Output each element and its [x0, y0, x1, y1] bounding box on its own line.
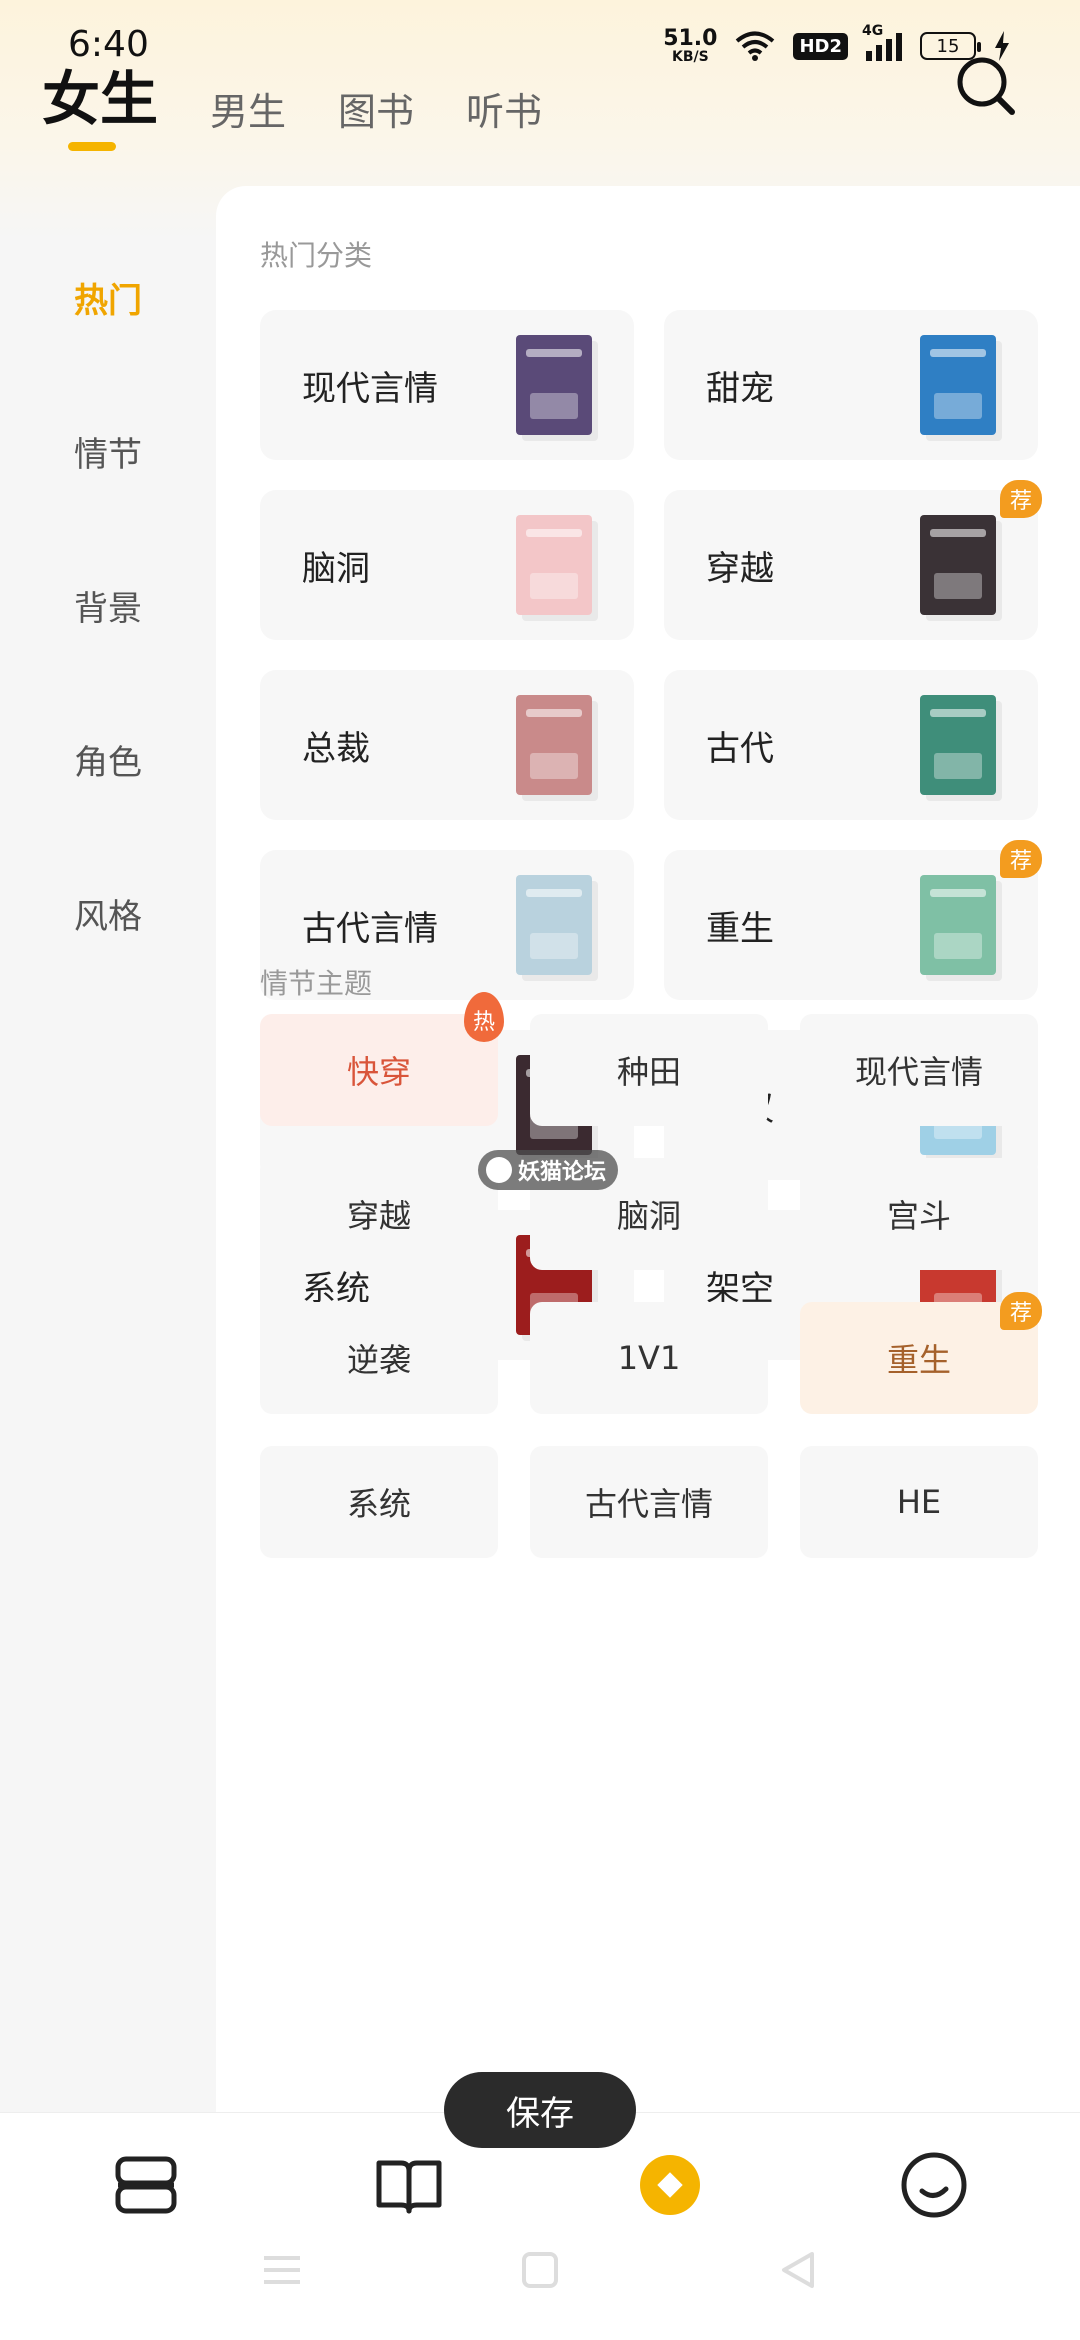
book-cover-image [920, 515, 996, 615]
search-icon[interactable] [950, 50, 1022, 122]
plot-theme-button[interactable]: 现代言情 [800, 1014, 1038, 1126]
plot-theme-button[interactable]: 古代言情 [530, 1446, 768, 1558]
category-card[interactable]: 甜宠 [664, 310, 1038, 460]
net-speed-value: 51.0 [663, 26, 718, 51]
plot-theme-label: 脑洞 [616, 1197, 681, 1235]
category-card[interactable]: 重生 荐 [664, 840, 1042, 1000]
category-card[interactable]: 脑洞 [260, 490, 634, 640]
category-label: 古代言情 [302, 908, 438, 949]
cat-paw-icon [486, 1157, 512, 1183]
category-label: 脑洞 [302, 548, 370, 589]
rail-item-hot[interactable]: 热门 [0, 220, 216, 374]
system-home-icon[interactable] [520, 2250, 560, 2290]
hd-badge: HD2 [793, 32, 848, 60]
category-card[interactable]: 现代言情 [260, 310, 634, 460]
book-cover-image [516, 515, 592, 615]
recommend-badge: 荐 [999, 480, 1042, 518]
top-tabs: 女生 男生 图书 听书 [42, 52, 542, 136]
rail-item-background[interactable]: 背景 [0, 528, 216, 682]
plot-theme-label: 宫斗 [886, 1197, 951, 1235]
wifi-icon [736, 31, 775, 61]
plot-theme-label: 古代言情 [584, 1485, 713, 1523]
bookshelf-icon[interactable] [110, 2149, 182, 2221]
category-card[interactable]: 总裁 [260, 670, 634, 820]
recommend-badge: 荐 [999, 1292, 1042, 1330]
book-cover-image [516, 875, 592, 975]
system-menu-icon[interactable] [262, 2250, 302, 2290]
category-label: 穿越 [706, 548, 774, 589]
plot-theme-label: 现代言情 [854, 1053, 983, 1091]
plot-theme-button[interactable]: 重生 荐 [800, 1292, 1042, 1414]
plot-theme-button[interactable]: 穿越 [260, 1158, 498, 1270]
plot-theme-button[interactable]: 逆袭 [260, 1302, 498, 1414]
save-toast: 保存 [444, 2072, 636, 2148]
plot-theme-button[interactable]: 快穿热 [260, 992, 504, 1126]
plot-theme-label: HE [896, 1483, 942, 1521]
signal-icon: 4G [862, 23, 902, 61]
category-rail: 热门 情节 背景 角色 风格 [0, 220, 216, 990]
plot-theme-label: 系统 [346, 1485, 411, 1523]
plot-theme-label: 1V1 [617, 1339, 681, 1377]
recommend-badge: 荐 [999, 840, 1042, 878]
plot-theme-label: 穿越 [346, 1197, 411, 1235]
watermark-text: 妖猫论坛 [518, 1160, 607, 1185]
plot-theme-label: 重生 [886, 1341, 951, 1379]
plot-theme-label: 逆袭 [346, 1341, 411, 1379]
book-open-icon[interactable] [373, 2149, 445, 2221]
tab-audiobooks[interactable]: 听书 [466, 81, 542, 136]
book-cover-image [920, 695, 996, 795]
tab-books[interactable]: 图书 [338, 81, 414, 136]
plot-theme-button[interactable]: 1V1 [530, 1302, 768, 1414]
rail-item-role[interactable]: 角色 [0, 682, 216, 836]
category-label: 重生 [706, 908, 774, 949]
book-cover-image [516, 335, 592, 435]
plot-theme-label: 快穿 [346, 1053, 411, 1091]
category-label: 现代言情 [302, 368, 438, 409]
plot-theme-grid: 快穿热 种田 现代言情穿越 脑洞 宫斗逆袭 1V1 重生 荐系统 古代言情 HE [260, 992, 1050, 1558]
plot-theme-button[interactable]: 种田 [530, 1014, 768, 1126]
category-card[interactable]: 古代 [664, 670, 1038, 820]
plot-theme-button[interactable]: HE [800, 1446, 1038, 1558]
rail-item-plot[interactable]: 情节 [0, 374, 216, 528]
category-label: 总裁 [302, 728, 370, 769]
book-cover-image [920, 335, 996, 435]
plot-theme-button[interactable]: 系统 [260, 1446, 498, 1558]
profile-smile-icon[interactable] [898, 2149, 970, 2221]
active-tab-indicator [68, 142, 116, 151]
section-title-plot-themes: 情节主题 [260, 967, 373, 1000]
book-cover-image [516, 695, 592, 795]
plot-theme-button[interactable]: 宫斗 [800, 1158, 1038, 1270]
category-label: 古代 [706, 728, 774, 769]
net-speed-unit: KB/S [671, 49, 709, 65]
discover-icon[interactable] [634, 2149, 706, 2221]
tab-female[interactable]: 女生 [42, 52, 158, 136]
system-back-icon[interactable] [778, 2250, 818, 2290]
category-label: 甜宠 [706, 368, 774, 409]
signal-label: 4G [862, 23, 884, 39]
rail-item-style[interactable]: 风格 [0, 836, 216, 990]
tab-male[interactable]: 男生 [210, 81, 286, 136]
content-panel: 热门分类 现代言情甜宠脑洞穿越荐总裁古代古代言情重生荐1V1糙汉系统架空 情节主… [216, 186, 1080, 2136]
net-speed: 51.0 KB/S [663, 26, 718, 65]
watermark: 妖猫论坛 [478, 1150, 619, 1190]
book-cover-image [920, 875, 996, 975]
category-card[interactable]: 穿越 荐 [664, 480, 1042, 640]
section-title-hot-categories: 热门分类 [260, 239, 373, 272]
plot-theme-label: 种田 [616, 1053, 681, 1091]
